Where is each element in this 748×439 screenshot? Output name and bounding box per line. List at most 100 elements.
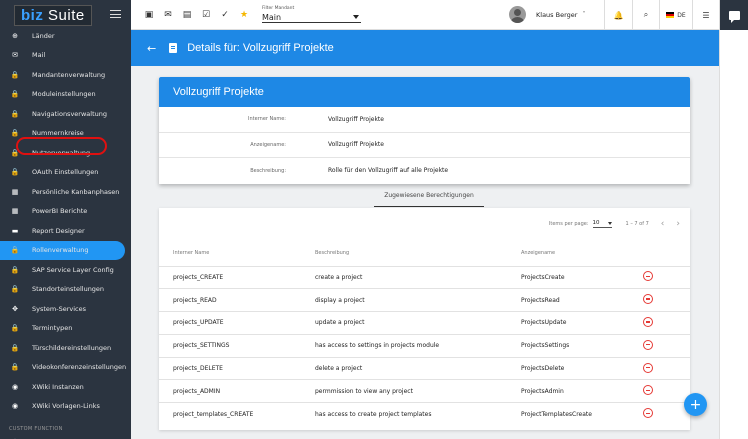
- user-menu[interactable]: Klaus Berger ˅: [509, 6, 585, 23]
- add-permission-button[interactable]: +: [684, 393, 707, 416]
- topbar: ▣ ✉ ▤ ☑ ✓ ★ Filter Mandant Main Klaus Be…: [131, 0, 719, 30]
- remove-circle-icon[interactable]: [643, 339, 653, 350]
- sidebar-item[interactable]: 🔒 Rollenverwaltung: [0, 240, 125, 260]
- list-menu-icon[interactable]: ☰: [692, 0, 719, 30]
- sidebar-item[interactable]: ▦ Persönliche Kanbanphasen: [0, 182, 131, 202]
- sidebar-item[interactable]: 🔒 Mandantenverwaltung: [0, 65, 131, 85]
- remove-circle-icon[interactable]: [643, 271, 653, 282]
- table-row: project_templates_CREATE has access to cr…: [159, 403, 690, 426]
- sidebar-item-label: Report Designer: [32, 226, 85, 235]
- lock-icon: 🔒: [10, 324, 20, 333]
- sidebar-item-customize[interactable]: ⚙Customize: [0, 432, 131, 439]
- cell-display-name: ProjectsDelete: [521, 357, 641, 381]
- column-header[interactable]: Beschreibung: [315, 240, 521, 267]
- calendar-icon[interactable]: ▣: [141, 7, 157, 23]
- sidebar-item[interactable]: ◉ XWiki Vorlagen-Links: [0, 397, 131, 417]
- star-icon[interactable]: ★: [236, 7, 252, 23]
- cell-display-name: ProjectTemplatesCreate: [521, 410, 592, 418]
- lock-icon: 🔒: [10, 70, 20, 79]
- search-icon[interactable]: ⌕: [632, 0, 659, 30]
- sidebar-item[interactable]: 🔒 SAP Service Layer Config: [0, 260, 131, 280]
- page-range: 1 – 7 of 7: [625, 221, 649, 227]
- sidebar-item[interactable]: 🔒 Nutzerverwaltung: [0, 143, 131, 163]
- remove-circle-icon[interactable]: [643, 385, 653, 396]
- sidebar-item[interactable]: ▦ PowerBI Berichte: [0, 202, 131, 222]
- sidebar-item[interactable]: 🔒 Moduleinstellungen: [0, 85, 131, 105]
- sidebar-item[interactable]: ◉ XWiki Instanzen: [0, 377, 131, 397]
- cell-description: has access to settings in projects modul…: [315, 334, 521, 358]
- table-row: projects_ADMIN permmission to view any pr…: [159, 379, 690, 404]
- prev-page-button[interactable]: ‹: [661, 219, 665, 229]
- cell-actions: [641, 357, 690, 381]
- sidebar-item[interactable]: 🔒 Standorteinstellungen: [0, 280, 131, 300]
- sidebar-item[interactable]: 🔒 Türschildereinstellungen: [0, 338, 131, 358]
- language-select[interactable]: DE: [659, 0, 692, 30]
- cell-internal-name: projects_UPDATE: [159, 311, 315, 335]
- back-arrow-icon[interactable]: ←: [147, 42, 156, 55]
- remove-circle-icon[interactable]: [643, 408, 653, 419]
- checkbox-icon[interactable]: ☑: [198, 7, 214, 23]
- sidebar-item-label: Mail: [32, 51, 46, 60]
- sidebar-item-label: Standorteinstellungen: [32, 285, 105, 294]
- filter-mandant-select[interactable]: Filter Mandant Main: [262, 2, 361, 28]
- sidebar-item[interactable]: 🔒 Navigationsverwaltung: [0, 104, 131, 124]
- detail-value: Vollzugriff Projekte: [328, 141, 384, 149]
- sidebar-item[interactable]: ✉ Mail: [0, 46, 131, 66]
- remove-circle-icon[interactable]: [643, 294, 653, 305]
- sidebar-item[interactable]: 🔒 Termintypen: [0, 319, 131, 339]
- lock-icon: 🔒: [10, 363, 20, 372]
- bell-icon[interactable]: 🔔: [604, 0, 632, 30]
- file-icon: ▬: [11, 226, 19, 235]
- cell-internal-name: projects_SETTINGS: [159, 334, 315, 358]
- tab-assigned-permissions[interactable]: Zugewiesene Berechtigungen: [374, 190, 484, 207]
- logo[interactable]: biz Suite: [14, 4, 92, 26]
- checkmark-icon[interactable]: ✓: [217, 7, 233, 23]
- sidebar-item-label: Navigationsverwaltung: [32, 109, 107, 118]
- sidebar-item[interactable]: ▬ Report Designer: [0, 221, 131, 241]
- sidebar-item[interactable]: 🔒 OAuth Einstellungen: [0, 163, 131, 183]
- lock-icon: 🔒: [10, 246, 20, 255]
- cell-description: permmission to view any project: [315, 379, 521, 404]
- sidebar-item-label: PowerBI Berichte: [32, 207, 88, 216]
- permissions-table-card: Items per page: 10 1 – 7 of 7 ‹ › Intern…: [159, 208, 690, 430]
- column-header[interactable]: Anzeigename: [521, 240, 641, 267]
- xwiki-icon: ◉: [11, 402, 19, 411]
- sidebar-item-label: Mandantenverwaltung: [32, 70, 106, 79]
- cell-internal-name: projects_DELETE: [159, 357, 315, 381]
- mail-icon[interactable]: ✉: [160, 7, 176, 23]
- table-row: projects_SETTINGS has access to settings …: [159, 334, 690, 358]
- mail-icon: ✉: [12, 51, 18, 60]
- cell-display-name: ProjectsCreate: [521, 266, 641, 290]
- detail-row: Interner Name: Vollzugriff Projekte: [159, 107, 690, 133]
- chat-icon: [728, 10, 740, 23]
- detail-row: Anzeigename: Vollzugriff Projekte: [159, 133, 690, 158]
- hamburger-menu-icon[interactable]: [110, 10, 121, 18]
- sidebar-item[interactable]: 🔒 Nummernkreise: [0, 124, 131, 144]
- items-per-page-select[interactable]: 10: [592, 220, 612, 228]
- items-per-page-value: 10: [592, 220, 600, 226]
- sidebar-item-label: Rollenverwaltung: [32, 246, 89, 255]
- contact-card-icon[interactable]: ▤: [179, 7, 195, 23]
- lock-icon: 🔒: [10, 343, 20, 352]
- cell-description: has access to create project templates: [315, 410, 432, 418]
- cell-actions: [641, 334, 690, 358]
- services-icon: ✥: [12, 304, 18, 313]
- sidebar-item-label: Videokonferenzeinstellungen: [32, 363, 127, 372]
- column-header[interactable]: Interner Name: [159, 240, 315, 267]
- next-page-button[interactable]: ›: [676, 219, 680, 229]
- remove-circle-icon[interactable]: [643, 362, 653, 373]
- sidebar-item[interactable]: ✥ System-Services: [0, 299, 131, 319]
- lock-icon: 🔒: [10, 148, 20, 157]
- sidebar-item-label: XWiki Instanzen: [32, 382, 84, 391]
- main-content: ← Details für: Vollzugriff Projekte Voll…: [131, 30, 719, 439]
- avatar: [509, 6, 526, 23]
- sidebar-item[interactable]: ⊕ Länder: [0, 26, 131, 46]
- remove-circle-icon[interactable]: [643, 316, 653, 327]
- kanban-icon: ▦: [11, 187, 19, 196]
- sidebar-item-label: Moduleinstellungen: [32, 90, 96, 99]
- sidebar-item[interactable]: 🔒 Videokonferenzeinstellungen: [0, 358, 131, 378]
- chat-button[interactable]: [720, 0, 748, 30]
- cell-internal-name: projects_CREATE: [159, 266, 315, 290]
- table-row: projects_DELETE delete a project ProjectsD…: [159, 357, 690, 381]
- sidebar-item-label: Länder: [32, 31, 55, 40]
